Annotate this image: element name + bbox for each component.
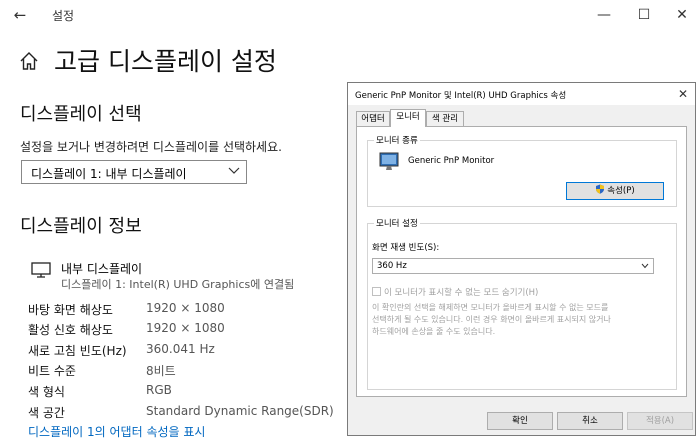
info-value-desktop-resolution: 1920 × 1080	[146, 301, 225, 315]
info-label-desktop-resolution: 바탕 화면 해상도	[28, 303, 113, 317]
warning-text-line-1: 이 확인란의 선택을 해제하면 모니터가 올바르게 표시할 수 없는 모드를	[372, 303, 609, 312]
back-button[interactable]: ←	[8, 4, 32, 26]
refresh-rate-label: 화면 재생 빈도(S):	[372, 243, 440, 253]
ok-button[interactable]: 확인	[487, 412, 553, 430]
monitor-settings-label: 모니터 설정	[374, 217, 420, 229]
hide-modes-label: 이 모니터가 표시할 수 없는 모드 숨기기(H)	[384, 288, 539, 298]
warning-text-line-3: 하드웨어에 손상을 줄 수도 있습니다.	[372, 327, 496, 336]
display-info-heading: 디스플레이 정보	[20, 216, 142, 237]
maximize-button[interactable]: ☐	[626, 3, 662, 27]
monitor-icon	[31, 262, 51, 278]
info-label-refresh-rate: 새로 고침 빈도(Hz)	[28, 344, 127, 358]
monitor-icon	[379, 152, 399, 170]
monitor-settings-group: 모니터 설정 화면 재생 빈도(S): 360 Hz 이 모니터가 표시할 수 …	[367, 217, 677, 390]
info-value-active-resolution: 1920 × 1080	[146, 321, 225, 335]
properties-button-label: 속성(P)	[607, 186, 635, 196]
monitor-tab-panel: 모니터 종류 Generic PnP Monitor 속성(P) 모니터 설정 …	[356, 126, 687, 397]
display-select[interactable]: 디스플레이 1: 내부 디스플레이	[21, 160, 247, 184]
info-label-active-resolution: 활성 신호 해상도	[28, 323, 113, 337]
apply-button[interactable]: 적용(A)	[627, 412, 693, 430]
chevron-down-icon	[641, 263, 649, 269]
info-value-color-format: RGB	[146, 383, 172, 397]
minimize-button[interactable]: —	[586, 3, 622, 27]
dialog-close-button[interactable]: ✕	[675, 86, 691, 102]
refresh-rate-value: 360 Hz	[377, 261, 407, 271]
select-display-heading: 디스플레이 선택	[20, 104, 142, 125]
page-title: 고급 디스플레이 설정	[54, 47, 277, 76]
tab-color-management[interactable]: 색 관리	[426, 111, 464, 126]
chevron-down-icon	[228, 167, 240, 174]
display-name: 내부 디스플레이	[61, 262, 143, 276]
home-icon[interactable]	[18, 50, 40, 72]
info-value-bit-depth: 8비트	[146, 364, 176, 378]
warning-text-line-2: 선택하게 될 수도 있습니다. 이런 경우 화면이 올바르게 표시되지 않거나	[372, 315, 611, 324]
monitor-name: Generic PnP Monitor	[408, 156, 495, 166]
refresh-rate-select[interactable]: 360 Hz	[372, 258, 654, 274]
dialog-title-bar: Generic PnP Monitor 및 Intel(R) UHD Graph…	[348, 83, 695, 105]
hide-modes-checkbox[interactable]	[372, 287, 381, 296]
select-display-description: 설정을 보거나 변경하려면 디스플레이를 선택하세요.	[20, 140, 282, 154]
properties-button[interactable]: 속성(P)	[566, 182, 664, 200]
info-value-refresh-rate: 360.041 Hz	[146, 342, 215, 356]
cancel-button[interactable]: 취소	[557, 412, 623, 430]
info-value-color-space: Standard Dynamic Range(SDR)	[146, 404, 334, 418]
monitor-type-group: 모니터 종류 Generic PnP Monitor 속성(P)	[367, 134, 677, 207]
adapter-properties-link[interactable]: 디스플레이 1의 어댑터 속성을 표시	[28, 423, 205, 440]
display-connection: 디스플레이 1: Intel(R) UHD Graphics에 연결됨	[61, 278, 295, 291]
display-select-value: 디스플레이 1: 내부 디스플레이	[31, 167, 187, 181]
info-label-color-format: 색 형식	[28, 385, 65, 399]
info-label-bit-depth: 비트 수준	[28, 364, 76, 378]
uac-shield-icon	[596, 184, 605, 194]
tab-adapter[interactable]: 어댑터	[356, 111, 390, 126]
monitor-properties-dialog: Generic PnP Monitor 및 Intel(R) UHD Graph…	[347, 82, 696, 436]
dialog-title: Generic PnP Monitor 및 Intel(R) UHD Graph…	[355, 91, 567, 101]
info-label-color-space: 색 공간	[28, 406, 65, 420]
monitor-type-label: 모니터 종류	[374, 134, 420, 146]
title-bar: ← 설정 — ☐ ✕	[0, 0, 700, 30]
app-title: 설정	[52, 9, 75, 23]
tab-monitor[interactable]: 모니터	[390, 109, 426, 127]
close-button[interactable]: ✕	[664, 3, 700, 27]
